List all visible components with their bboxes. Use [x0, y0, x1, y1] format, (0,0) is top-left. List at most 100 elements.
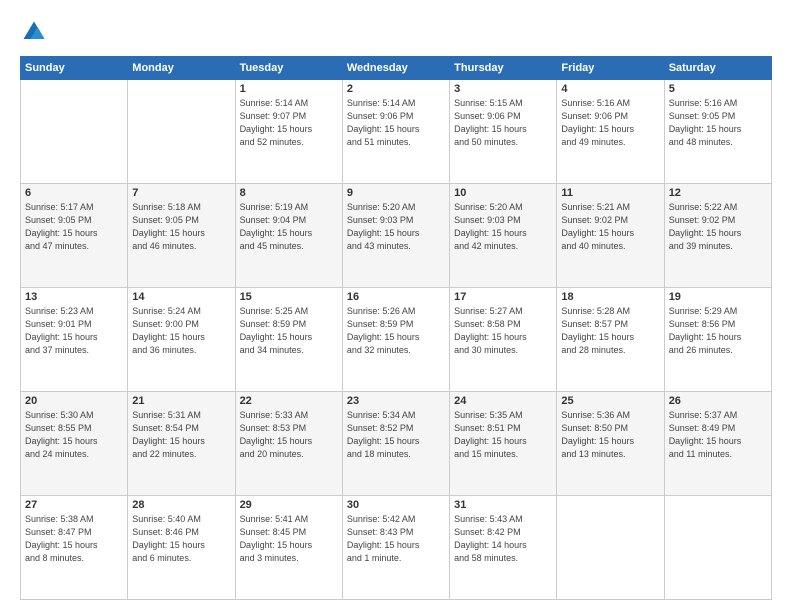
- day-number: 5: [669, 83, 767, 95]
- calendar-cell: 19 Sunrise: 5:29 AM Sunset: 8:56 PM Dayli…: [664, 288, 771, 392]
- day-info: Sunrise: 5:38 AM Sunset: 8:47 PM Dayligh…: [25, 513, 123, 565]
- day-info: Sunrise: 5:26 AM Sunset: 8:59 PM Dayligh…: [347, 305, 445, 357]
- day-number: 6: [25, 187, 123, 199]
- calendar-cell: 8Sunrise: 5:19 AM Sunset: 9:04 PM Daylig…: [235, 184, 342, 288]
- day-number: 22: [240, 395, 338, 407]
- calendar-cell: 1 Sunrise: 5:14 AM Sunset: 9:07 PM Daylig…: [235, 80, 342, 184]
- calendar: SundayMondayTuesdayWednesdayThursdayFrid…: [20, 56, 772, 600]
- day-info: Sunrise: 5:15 AM Sunset: 9:06 PM Dayligh…: [454, 97, 552, 149]
- day-info: Sunrise: 5:35 AM Sunset: 8:51 PM Dayligh…: [454, 409, 552, 461]
- calendar-cell: [664, 496, 771, 600]
- week-row-1: 1 Sunrise: 5:14 AM Sunset: 9:07 PM Daylig…: [21, 80, 772, 184]
- day-info: Sunrise: 5:16 AM Sunset: 9:05 PM Dayligh…: [669, 97, 767, 149]
- day-number: 13: [25, 291, 123, 303]
- day-number: 26: [669, 395, 767, 407]
- day-info: Sunrise: 5:17 AM Sunset: 9:05 PM Dayligh…: [25, 201, 123, 253]
- day-number: 24: [454, 395, 552, 407]
- day-number: 19: [669, 291, 767, 303]
- day-info: Sunrise: 5:20 AM Sunset: 9:03 PM Dayligh…: [454, 201, 552, 253]
- calendar-cell: 9Sunrise: 5:20 AM Sunset: 9:03 PM Daylig…: [342, 184, 449, 288]
- day-number: 29: [240, 499, 338, 511]
- logo: [20, 18, 52, 46]
- day-number: 15: [240, 291, 338, 303]
- logo-icon: [20, 18, 48, 46]
- calendar-header: SundayMondayTuesdayWednesdayThursdayFrid…: [21, 57, 772, 80]
- calendar-cell: 11 Sunrise: 5:21 AM Sunset: 9:02 PM Dayli…: [557, 184, 664, 288]
- day-number: 1: [240, 83, 338, 95]
- day-info: Sunrise: 5:16 AM Sunset: 9:06 PM Dayligh…: [561, 97, 659, 149]
- calendar-cell: 26 Sunrise: 5:37 AM Sunset: 8:49 PM Dayli…: [664, 392, 771, 496]
- calendar-cell: 18 Sunrise: 5:28 AM Sunset: 8:57 PM Dayli…: [557, 288, 664, 392]
- day-info: Sunrise: 5:42 AM Sunset: 8:43 PM Dayligh…: [347, 513, 445, 565]
- day-number: 23: [347, 395, 445, 407]
- day-info: Sunrise: 5:28 AM Sunset: 8:57 PM Dayligh…: [561, 305, 659, 357]
- day-info: Sunrise: 5:41 AM Sunset: 8:45 PM Dayligh…: [240, 513, 338, 565]
- day-info: Sunrise: 5:18 AM Sunset: 9:05 PM Dayligh…: [132, 201, 230, 253]
- calendar-cell: 20 Sunrise: 5:30 AM Sunset: 8:55 PM Dayli…: [21, 392, 128, 496]
- day-number: 27: [25, 499, 123, 511]
- weekday-header-thursday: Thursday: [450, 57, 557, 80]
- day-info: Sunrise: 5:14 AM Sunset: 9:06 PM Dayligh…: [347, 97, 445, 149]
- calendar-cell: 28Sunrise: 5:40 AM Sunset: 8:46 PM Dayli…: [128, 496, 235, 600]
- weekday-header-sunday: Sunday: [21, 57, 128, 80]
- day-info: Sunrise: 5:14 AM Sunset: 9:07 PM Dayligh…: [240, 97, 338, 149]
- calendar-cell: 22 Sunrise: 5:33 AM Sunset: 8:53 PM Dayli…: [235, 392, 342, 496]
- calendar-body: 1 Sunrise: 5:14 AM Sunset: 9:07 PM Daylig…: [21, 80, 772, 600]
- day-number: 17: [454, 291, 552, 303]
- week-row-3: 13Sunrise: 5:23 AM Sunset: 9:01 PM Dayli…: [21, 288, 772, 392]
- day-info: Sunrise: 5:20 AM Sunset: 9:03 PM Dayligh…: [347, 201, 445, 253]
- day-info: Sunrise: 5:24 AM Sunset: 9:00 PM Dayligh…: [132, 305, 230, 357]
- calendar-cell: 21Sunrise: 5:31 AM Sunset: 8:54 PM Dayli…: [128, 392, 235, 496]
- day-info: Sunrise: 5:21 AM Sunset: 9:02 PM Dayligh…: [561, 201, 659, 253]
- day-number: 20: [25, 395, 123, 407]
- weekday-header-row: SundayMondayTuesdayWednesdayThursdayFrid…: [21, 57, 772, 80]
- calendar-cell: 7 Sunrise: 5:18 AM Sunset: 9:05 PM Daylig…: [128, 184, 235, 288]
- calendar-cell: 23 Sunrise: 5:34 AM Sunset: 8:52 PM Dayli…: [342, 392, 449, 496]
- day-info: Sunrise: 5:37 AM Sunset: 8:49 PM Dayligh…: [669, 409, 767, 461]
- day-number: 18: [561, 291, 659, 303]
- day-number: 25: [561, 395, 659, 407]
- calendar-cell: 17 Sunrise: 5:27 AM Sunset: 8:58 PM Dayli…: [450, 288, 557, 392]
- day-number: 28: [132, 499, 230, 511]
- calendar-cell: 25 Sunrise: 5:36 AM Sunset: 8:50 PM Dayli…: [557, 392, 664, 496]
- calendar-cell: 27 Sunrise: 5:38 AM Sunset: 8:47 PM Dayli…: [21, 496, 128, 600]
- day-info: Sunrise: 5:29 AM Sunset: 8:56 PM Dayligh…: [669, 305, 767, 357]
- calendar-cell: 30 Sunrise: 5:42 AM Sunset: 8:43 PM Dayli…: [342, 496, 449, 600]
- calendar-cell: 2 Sunrise: 5:14 AM Sunset: 9:06 PM Daylig…: [342, 80, 449, 184]
- day-number: 7: [132, 187, 230, 199]
- day-info: Sunrise: 5:34 AM Sunset: 8:52 PM Dayligh…: [347, 409, 445, 461]
- day-info: Sunrise: 5:36 AM Sunset: 8:50 PM Dayligh…: [561, 409, 659, 461]
- weekday-header-friday: Friday: [557, 57, 664, 80]
- day-info: Sunrise: 5:33 AM Sunset: 8:53 PM Dayligh…: [240, 409, 338, 461]
- calendar-cell: 10 Sunrise: 5:20 AM Sunset: 9:03 PM Dayli…: [450, 184, 557, 288]
- day-number: 2: [347, 83, 445, 95]
- weekday-header-monday: Monday: [128, 57, 235, 80]
- calendar-cell: [21, 80, 128, 184]
- day-number: 4: [561, 83, 659, 95]
- week-row-2: 6 Sunrise: 5:17 AM Sunset: 9:05 PM Daylig…: [21, 184, 772, 288]
- calendar-cell: 13Sunrise: 5:23 AM Sunset: 9:01 PM Dayli…: [21, 288, 128, 392]
- day-info: Sunrise: 5:22 AM Sunset: 9:02 PM Dayligh…: [669, 201, 767, 253]
- calendar-cell: 4 Sunrise: 5:16 AM Sunset: 9:06 PM Daylig…: [557, 80, 664, 184]
- calendar-cell: 12 Sunrise: 5:22 AM Sunset: 9:02 PM Dayli…: [664, 184, 771, 288]
- week-row-4: 20 Sunrise: 5:30 AM Sunset: 8:55 PM Dayli…: [21, 392, 772, 496]
- calendar-cell: 14 Sunrise: 5:24 AM Sunset: 9:00 PM Dayli…: [128, 288, 235, 392]
- calendar-cell: 3Sunrise: 5:15 AM Sunset: 9:06 PM Daylig…: [450, 80, 557, 184]
- day-number: 21: [132, 395, 230, 407]
- day-info: Sunrise: 5:30 AM Sunset: 8:55 PM Dayligh…: [25, 409, 123, 461]
- day-number: 14: [132, 291, 230, 303]
- calendar-cell: 15 Sunrise: 5:25 AM Sunset: 8:59 PM Dayli…: [235, 288, 342, 392]
- weekday-header-tuesday: Tuesday: [235, 57, 342, 80]
- header: [20, 18, 772, 46]
- day-info: Sunrise: 5:27 AM Sunset: 8:58 PM Dayligh…: [454, 305, 552, 357]
- day-number: 10: [454, 187, 552, 199]
- day-number: 12: [669, 187, 767, 199]
- weekday-header-wednesday: Wednesday: [342, 57, 449, 80]
- calendar-cell: 16Sunrise: 5:26 AM Sunset: 8:59 PM Dayli…: [342, 288, 449, 392]
- day-info: Sunrise: 5:25 AM Sunset: 8:59 PM Dayligh…: [240, 305, 338, 357]
- day-info: Sunrise: 5:19 AM Sunset: 9:04 PM Dayligh…: [240, 201, 338, 253]
- day-number: 30: [347, 499, 445, 511]
- weekday-header-saturday: Saturday: [664, 57, 771, 80]
- page: SundayMondayTuesdayWednesdayThursdayFrid…: [0, 0, 792, 612]
- day-number: 11: [561, 187, 659, 199]
